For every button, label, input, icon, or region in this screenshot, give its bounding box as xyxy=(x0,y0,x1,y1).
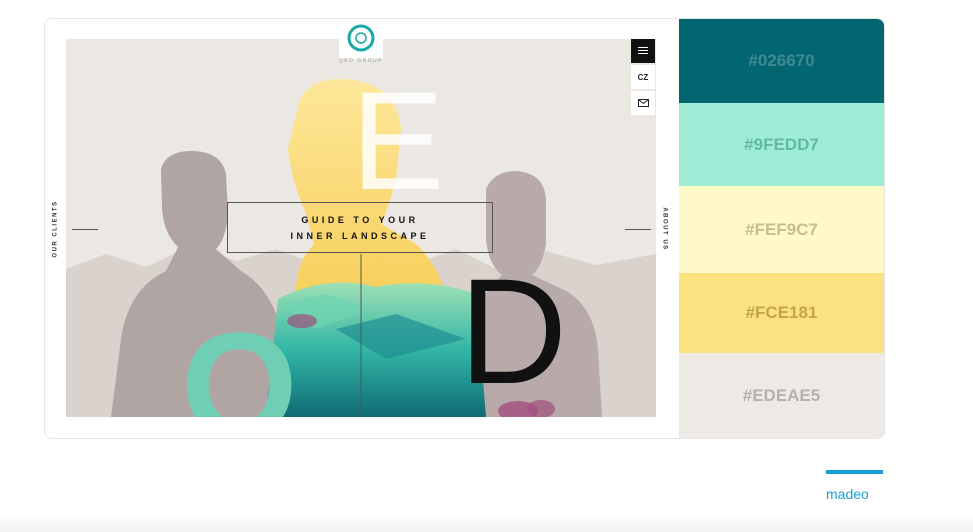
swatch-5[interactable]: #EDEAE5 xyxy=(679,353,884,438)
author-accent-bar xyxy=(826,470,883,474)
logo-text: QED GROUP xyxy=(338,58,384,64)
color-palette: #026670 #9FEDD7 #FEF9C7 #FCE181 #EDEAE5 xyxy=(679,19,884,438)
arrow-left-icon[interactable] xyxy=(72,229,98,230)
arrow-right-icon[interactable] xyxy=(625,229,651,230)
swatch-3[interactable]: #FEF9C7 xyxy=(679,186,884,273)
swatch-label-4: #FCE181 xyxy=(745,303,818,322)
swatch-label-5: #EDEAE5 xyxy=(742,385,821,405)
swatch-label-2: #9FEDD7 xyxy=(744,134,819,154)
swatch-2[interactable]: #9FEDD7 xyxy=(679,103,884,186)
letter-e: E xyxy=(351,62,444,219)
website-preview[interactable]: E D Q QED GROUP CZ OUR CLIENTS ABOUT US xyxy=(45,19,679,438)
headline-box: GUIDE TO YOUR INNER LANDSCAPE xyxy=(227,202,493,253)
about-us-link[interactable]: ABOUT US xyxy=(662,207,668,250)
contact-button[interactable] xyxy=(631,91,655,115)
swatch-label-1: #026670 xyxy=(748,51,815,70)
palette-card: E D Q QED GROUP CZ OUR CLIENTS ABOUT US xyxy=(44,18,885,439)
letter-d: D xyxy=(459,247,567,415)
mail-icon xyxy=(637,99,649,107)
headline-line-1: GUIDE TO YOUR xyxy=(301,214,419,225)
menu-button[interactable] xyxy=(631,39,655,63)
language-button[interactable]: CZ xyxy=(631,65,655,89)
qed-logo-icon[interactable] xyxy=(339,21,383,59)
headline-line-2: INNER LANDSCAPE xyxy=(290,230,430,241)
swatch-1[interactable]: #026670 xyxy=(679,19,884,103)
author-link[interactable]: madeo xyxy=(826,486,869,502)
bottom-strip xyxy=(0,515,973,532)
swatch-label-3: #FEF9C7 xyxy=(745,219,818,239)
our-clients-link[interactable]: OUR CLIENTS xyxy=(53,200,59,257)
swatch-4[interactable]: #FCE181 xyxy=(679,273,884,353)
letter-q: Q xyxy=(181,301,298,417)
